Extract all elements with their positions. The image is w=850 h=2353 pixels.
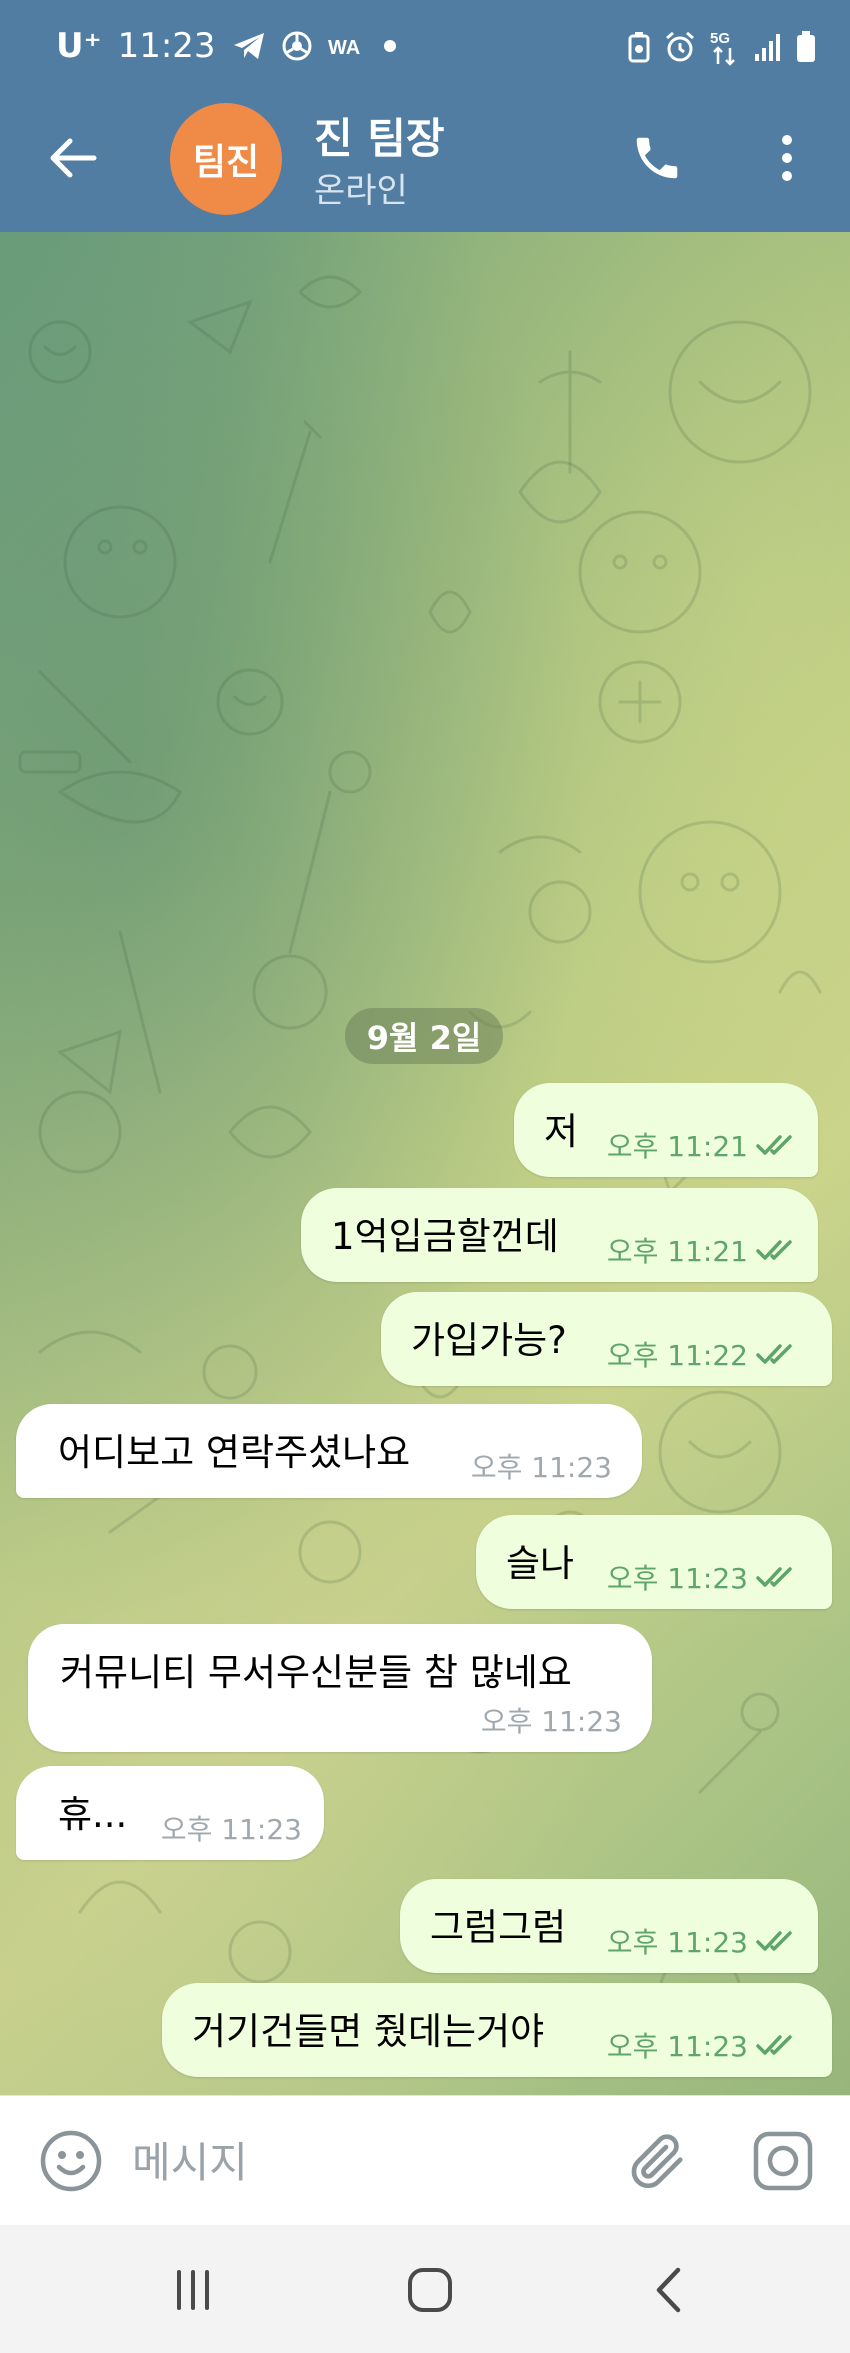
battery-saver-icon [628, 31, 650, 63]
system-navigation-bar [0, 2225, 850, 2353]
message-bubble-incoming[interactable]: 커뮤니티 무서우신분들 참 많네요 오후 11:23 [28, 1624, 652, 1752]
message-bubble-outgoing[interactable]: 가입가능? 오후 11:22 [381, 1292, 832, 1386]
telegram-icon [232, 31, 266, 61]
status-bar: U⁺ 11:23 WA 5G [0, 0, 850, 95]
message-bubble-outgoing[interactable]: 슬나 오후 11:23 [476, 1515, 832, 1609]
emoji-button[interactable] [38, 2128, 104, 2194]
date-chip: 9월 2일 [345, 1008, 503, 1064]
double-check-icon [756, 1567, 792, 1587]
message-time: 오후 11:23 [470, 1451, 612, 1484]
message-time: 오후 11:23 [606, 1562, 748, 1595]
carrier-label: U⁺ [56, 26, 102, 66]
message-time: 오후 11:23 [480, 1705, 622, 1738]
double-check-icon [756, 2035, 792, 2055]
message-meta: 오후 11:23 [607, 1921, 800, 1961]
message-text: 저 [544, 1110, 579, 1153]
avatar-initials: 팀진 [192, 142, 260, 183]
recent-apps-button[interactable] [153, 2257, 233, 2323]
message-bubble-outgoing[interactable]: 거기건들면 줬데는거야 오후 11:23 [162, 1983, 832, 2077]
back-button[interactable] [40, 125, 106, 191]
more-vertical-icon [782, 135, 792, 181]
message-text: 어디보고 연락주셨나요 [58, 1431, 411, 1474]
double-check-icon [756, 1135, 792, 1155]
avatar[interactable]: 팀진 [170, 103, 282, 215]
double-check-icon [756, 1344, 792, 1364]
back-icon [656, 2267, 681, 2313]
paperclip-icon [631, 2134, 683, 2189]
message-text: 커뮤니티 무서우신분들 참 많네요 [60, 1651, 572, 1694]
battery-icon [796, 31, 816, 63]
message-time: 오후 11:23 [606, 1926, 748, 1959]
message-time: 오후 11:21 [606, 1235, 748, 1268]
status-time: 11:23 [117, 26, 216, 66]
message-bubble-outgoing[interactable]: 그럼그럼 오후 11:23 [400, 1879, 818, 1973]
recent-apps-icon [177, 2270, 209, 2310]
message-bubble-outgoing[interactable]: 저 오후 11:21 [514, 1083, 818, 1177]
dot-icon [378, 34, 402, 58]
message-time: 오후 11:23 [160, 1813, 302, 1846]
svg-text:WA: WA [328, 37, 360, 58]
signal-icon [754, 32, 782, 62]
chat-area[interactable]: 9월 2일 저 오후 11:21 1억입금할껀데 오후 11:21 가입가능? … [0, 232, 850, 2095]
5g-icon: 5G [710, 28, 740, 66]
double-check-icon [756, 1931, 792, 1951]
message-text: 그럼그럼 [430, 1906, 567, 1949]
nav-back-button[interactable] [628, 2257, 708, 2323]
message-meta: 오후 11:21 [607, 1230, 800, 1270]
app-bar: 팀진 진 팀장 온라인 [0, 95, 850, 232]
chat-title[interactable]: 진 팀장 [314, 105, 445, 166]
message-text: 슬나 [506, 1542, 575, 1585]
attach-button[interactable] [622, 2126, 692, 2196]
smile-icon [40, 2130, 102, 2192]
message-bubble-outgoing[interactable]: 1억입금할껀데 오후 11:21 [301, 1188, 818, 1282]
camera-button[interactable] [748, 2126, 818, 2196]
message-input-bar [0, 2095, 850, 2226]
message-bubble-incoming[interactable]: 어디보고 연락주셨나요 오후 11:23 [16, 1404, 642, 1498]
date-label: 9월 2일 [366, 1019, 482, 1057]
chrome-icon [282, 31, 312, 61]
message-time: 오후 11:21 [606, 1130, 748, 1163]
message-meta: 오후 11:23 [607, 1557, 800, 1597]
message-meta: 오후 11:23 [607, 2025, 800, 2065]
camera-icon [753, 2131, 813, 2191]
message-meta: 오후 11:22 [607, 1334, 800, 1374]
alarm-icon [664, 31, 696, 63]
message-text: 거기건들면 줬데는거야 [192, 2010, 545, 2053]
message-time: 오후 11:23 [606, 2030, 748, 2063]
message-bubble-incoming[interactable]: 휴... 오후 11:23 [16, 1766, 324, 1860]
chat-header: U⁺ 11:23 WA 5G 팀진 진 팀장 온라인 [0, 0, 850, 232]
wa-icon: WA [328, 34, 362, 58]
message-text: 휴... [58, 1793, 128, 1836]
message-meta: 오후 11:21 [607, 1125, 800, 1165]
home-button[interactable] [390, 2257, 470, 2323]
message-time: 오후 11:22 [606, 1339, 748, 1372]
double-check-icon [756, 1240, 792, 1260]
home-icon [408, 2268, 452, 2312]
online-status: 온라인 [314, 171, 408, 211]
message-text: 가입가능? [411, 1319, 567, 1362]
phone-icon [636, 137, 678, 179]
arrow-left-icon [50, 138, 97, 178]
message-input[interactable] [130, 2126, 604, 2198]
message-text: 1억입금할껀데 [331, 1215, 559, 1258]
more-menu-button[interactable] [760, 123, 814, 193]
svg-text:5G: 5G [710, 30, 730, 47]
call-button[interactable] [622, 123, 692, 193]
